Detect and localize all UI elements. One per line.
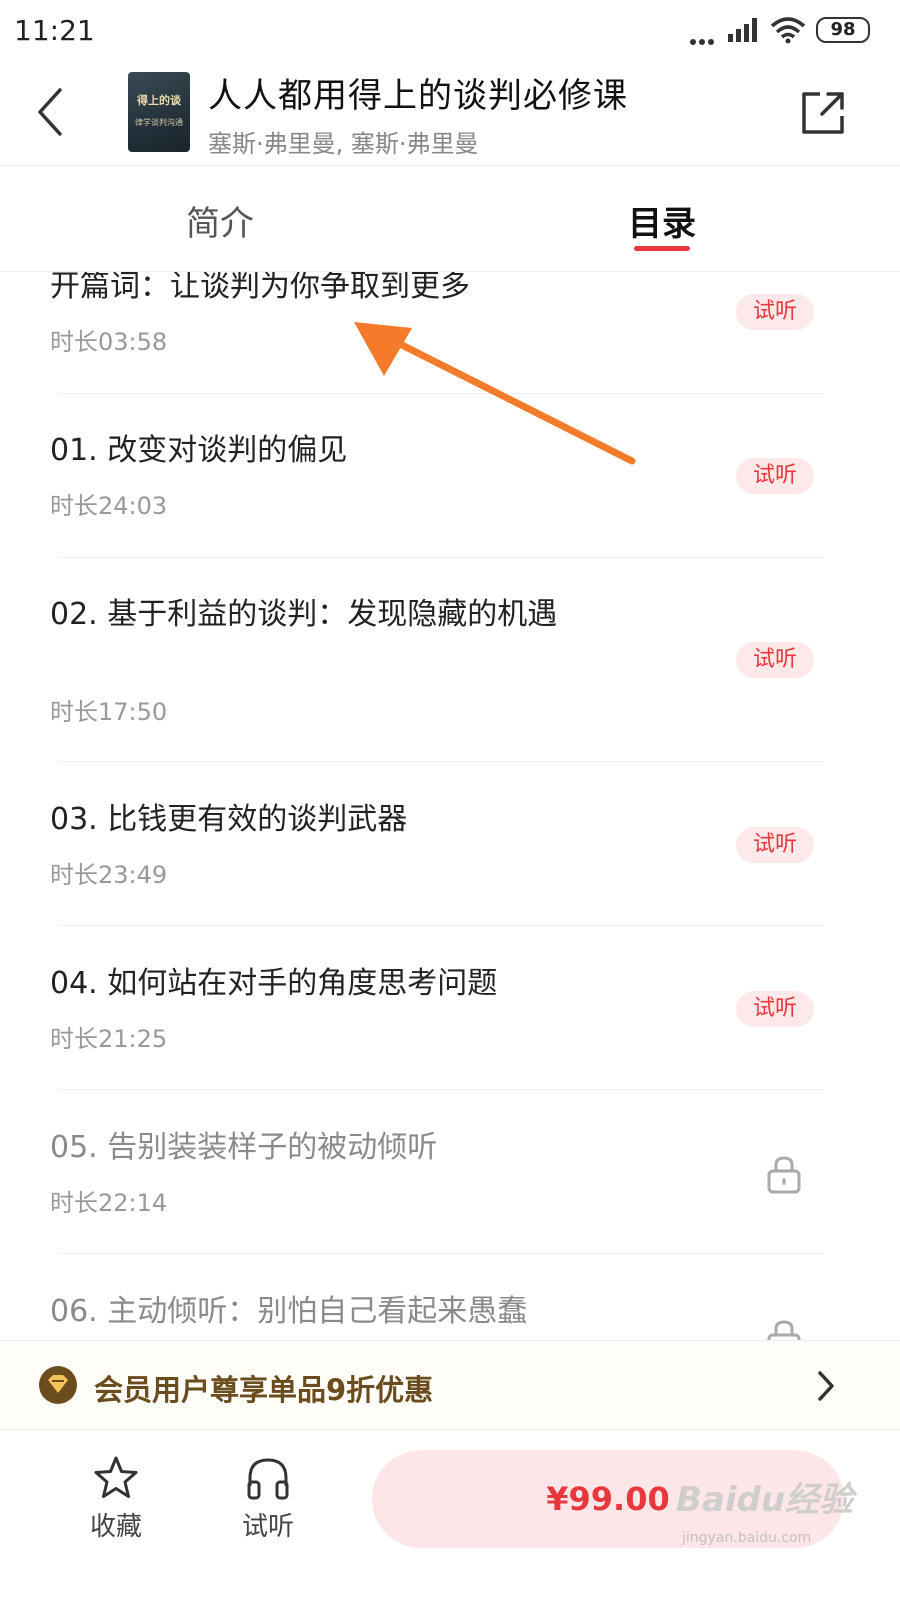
chapter-title: 05. 告别装装样子的被动倾听 [50, 1130, 438, 1165]
more-dots-icon [690, 30, 717, 49]
member-discount-banner[interactable]: 会员用户尊享单品9折优惠 [0, 1340, 900, 1430]
chapter-duration: 时长17:50 [50, 698, 168, 726]
tab-toc[interactable]: 目录 [628, 196, 696, 245]
vip-badge-icon [39, 1366, 77, 1404]
app-header: 得上的谈 律学谈判沟通 人人都用得上的谈判必修课 塞斯·弗里曼, 塞斯·弗里曼 [0, 60, 900, 166]
annotation-arrow-icon [354, 322, 636, 465]
chapter-title: 02. 基于利益的谈判：发现隐藏的机遇 [50, 597, 558, 632]
chapter-duration: 时长21:25 [50, 1025, 168, 1053]
status-time: 11:21 [14, 14, 95, 47]
star-icon [94, 1456, 138, 1498]
book-cover: 得上的谈 律学谈判沟通 [128, 72, 190, 152]
battery-indicator: 98 [816, 17, 870, 43]
preview-badge[interactable]: 试听 [736, 642, 814, 678]
preview-badge[interactable]: 试听 [736, 458, 814, 494]
chevron-right-icon [818, 1371, 834, 1401]
watermark: Baidu经验 [676, 1480, 854, 1520]
chapter-duration: 时长23:49 [50, 861, 168, 889]
divider [58, 1089, 824, 1090]
divider [58, 557, 824, 558]
preview-badge[interactable]: 试听 [736, 991, 814, 1027]
lock-icon [767, 1156, 801, 1194]
chapter-duration: 时长24:03 [50, 492, 168, 520]
chapter-title: 开篇词：让谈判为你争取到更多 [50, 272, 470, 304]
tab-bar: 简介 目录 [0, 166, 900, 272]
headphones-icon [247, 1458, 289, 1500]
chapter-title: 04. 如何站在对手的角度思考问题 [50, 966, 498, 1001]
divider [58, 761, 824, 762]
wifi-icon [770, 17, 806, 44]
chapter-title: 03. 比钱更有效的谈判武器 [50, 802, 408, 837]
cover-text: 得上的谈 [137, 94, 181, 107]
chapter-title: 06. 主动倾听：别怕自己看起来愚蠢 [50, 1294, 528, 1329]
active-tab-indicator [634, 246, 690, 251]
signal-icon [728, 18, 757, 42]
preview-badge[interactable]: 试听 [736, 294, 814, 330]
lock-icon [767, 1320, 801, 1340]
favorite-label: 收藏 [89, 1512, 142, 1542]
book-authors: 塞斯·弗里曼, 塞斯·弗里曼 [208, 130, 479, 158]
chapter-duration: 时长22:14 [50, 1189, 168, 1217]
watermark-url: jingyan.baidu.com [682, 1530, 812, 1546]
tab-intro[interactable]: 简介 [186, 196, 254, 245]
book-title: 人人都用得上的谈判必修课 [208, 76, 628, 116]
cover-subtext: 律学谈判沟通 [135, 118, 183, 127]
preview-badge[interactable]: 试听 [736, 827, 814, 863]
member-banner-text: 会员用户尊享单品9折优惠 [94, 1373, 434, 1407]
favorite-button[interactable]: 收藏 [66, 1454, 166, 1554]
status-bar: 11:21 98 [0, 0, 900, 60]
divider [58, 925, 824, 926]
chevron-left-icon[interactable] [30, 84, 70, 140]
divider [58, 1253, 824, 1254]
listen-label: 试听 [241, 1512, 294, 1542]
listen-button[interactable]: 试听 [218, 1454, 318, 1554]
share-icon[interactable] [800, 88, 848, 136]
chapter-duration: 时长03:58 [50, 328, 168, 356]
